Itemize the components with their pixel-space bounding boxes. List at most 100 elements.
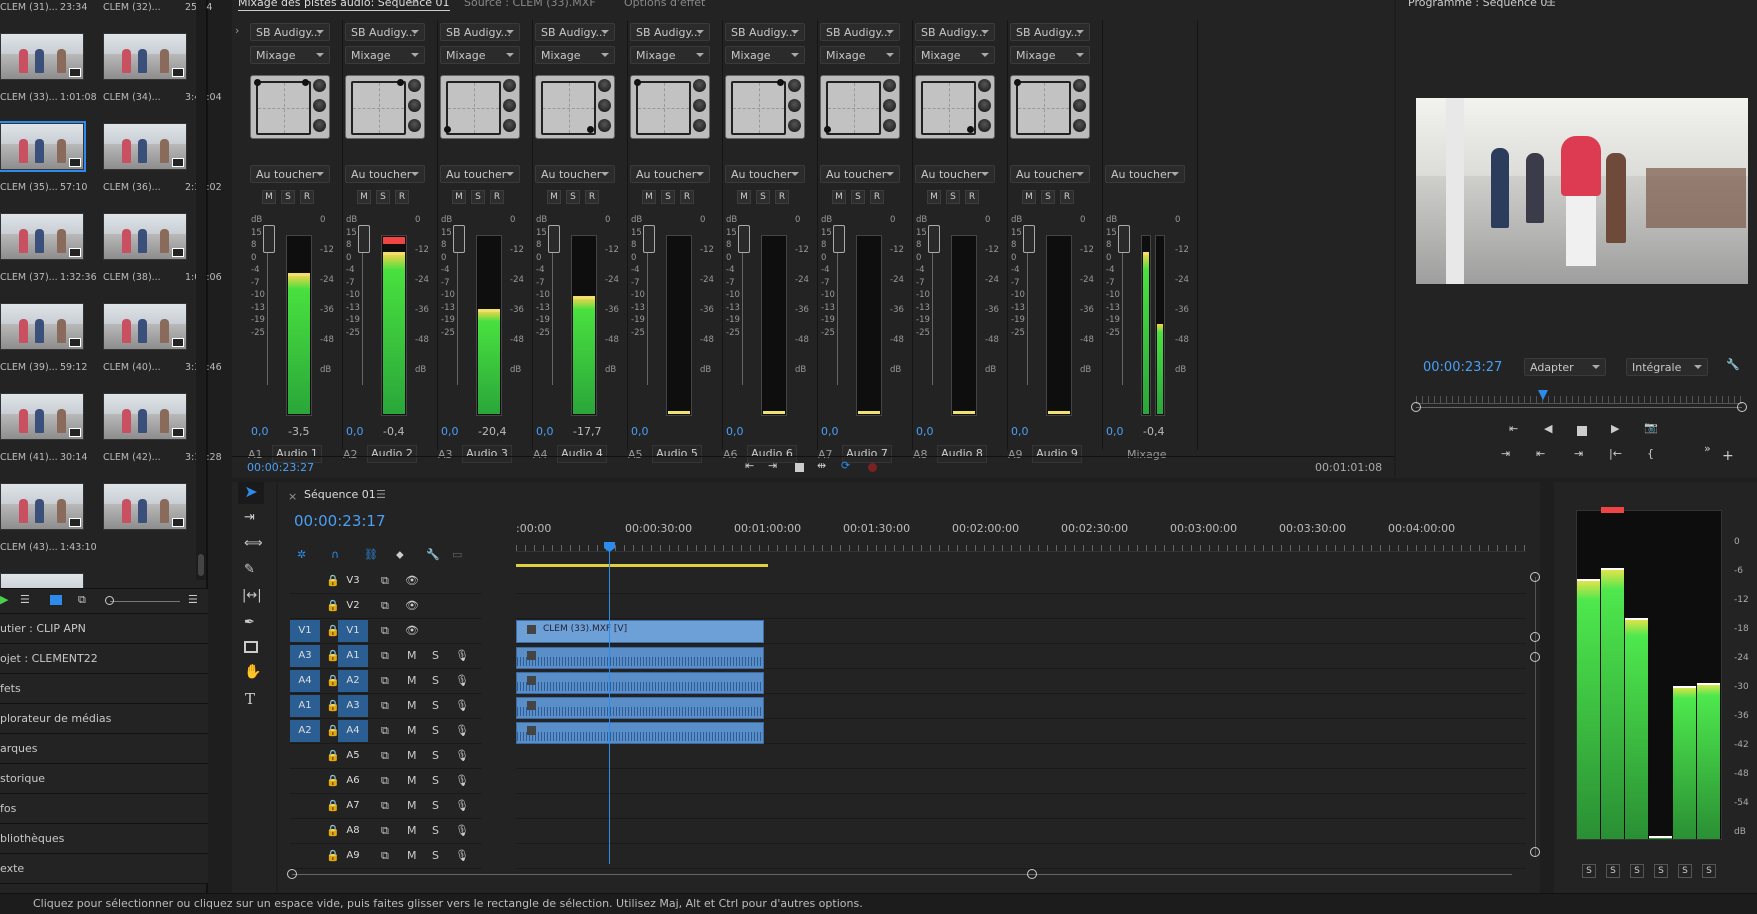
clip-name[interactable]: CLEM (32)... bbox=[103, 2, 161, 13]
solo-button[interactable]: S bbox=[1606, 864, 1620, 878]
horizontal-zoom-scroll[interactable] bbox=[287, 869, 1512, 879]
pan-knob-icon[interactable] bbox=[313, 119, 326, 132]
surround-panner[interactable] bbox=[1010, 75, 1090, 139]
mute-button[interactable]: M bbox=[407, 649, 417, 662]
pan-knob-icon[interactable] bbox=[1073, 119, 1086, 132]
clip-thumbnail[interactable] bbox=[103, 33, 187, 80]
output-dropdown[interactable]: SB Audigy... bbox=[345, 23, 425, 41]
solo-button[interactable]: S bbox=[1654, 864, 1668, 878]
export-frame-icon[interactable]: 📷 bbox=[1644, 421, 1658, 434]
panel-item[interactable]: storique bbox=[0, 764, 208, 794]
sync-lock-icon[interactable]: ⧉ bbox=[381, 749, 389, 763]
sync-lock-icon[interactable]: ⧉ bbox=[381, 699, 389, 713]
volume-fader[interactable] bbox=[738, 225, 750, 253]
automation-dropdown[interactable]: Au toucher bbox=[915, 165, 995, 183]
track-lane[interactable] bbox=[516, 770, 1526, 794]
pan-knob-icon[interactable] bbox=[1073, 79, 1086, 92]
track-target[interactable]: V2 bbox=[338, 595, 368, 617]
record-arm-button[interactable]: R bbox=[965, 190, 979, 204]
pan-knob-icon[interactable] bbox=[788, 119, 801, 132]
track-lane[interactable] bbox=[516, 745, 1526, 769]
clip-thumbnail[interactable] bbox=[103, 483, 187, 530]
panel-item[interactable]: plorateur de médias bbox=[0, 704, 208, 734]
clip-thumbnail[interactable] bbox=[103, 393, 187, 440]
pan-knob-icon[interactable] bbox=[313, 99, 326, 112]
solo-button[interactable]: S bbox=[471, 190, 485, 204]
sync-lock-icon[interactable]: ⧉ bbox=[381, 674, 389, 688]
sync-lock-icon[interactable]: ⧉ bbox=[381, 849, 389, 863]
surround-panner[interactable] bbox=[725, 75, 805, 139]
output-dropdown[interactable]: SB Audigy... bbox=[630, 23, 710, 41]
clip-name[interactable]: CLEM (41)... bbox=[0, 452, 58, 463]
pan-value[interactable]: 0,0 bbox=[251, 425, 269, 438]
list-view-icon[interactable]: ☰ bbox=[20, 593, 30, 606]
pan-value[interactable]: 0,0 bbox=[346, 425, 364, 438]
level-value[interactable]: -3,5 bbox=[288, 425, 309, 438]
audio-clip[interactable] bbox=[516, 697, 764, 719]
clip-name[interactable]: CLEM (39)... bbox=[0, 362, 58, 373]
source-patch[interactable]: A2 bbox=[290, 720, 320, 742]
pan-knob-icon[interactable] bbox=[598, 99, 611, 112]
solo-button[interactable]: S bbox=[566, 190, 580, 204]
clip-name[interactable]: CLEM (42)... bbox=[103, 452, 161, 463]
pan-value[interactable]: 0,0 bbox=[536, 425, 554, 438]
mic-icon[interactable]: 🎙 bbox=[455, 649, 469, 662]
track-lane[interactable] bbox=[516, 795, 1526, 819]
volume-fader[interactable] bbox=[548, 225, 560, 253]
mark-out-icon[interactable]: { bbox=[1647, 447, 1654, 460]
video-clip[interactable]: CLEM (33).MXF [V] bbox=[516, 620, 764, 643]
solo-button[interactable]: S bbox=[432, 649, 439, 662]
bin-scrollbar[interactable] bbox=[196, 0, 206, 580]
level-value[interactable]: -0,4 bbox=[383, 425, 404, 438]
audio-clip[interactable] bbox=[516, 647, 764, 669]
output-dropdown[interactable]: SB Audigy... bbox=[725, 23, 805, 41]
mic-icon[interactable]: 🎙 bbox=[455, 674, 469, 687]
effect-options-tab[interactable]: Options d'effet bbox=[624, 0, 705, 11]
automation-dropdown[interactable]: Au toucher bbox=[630, 165, 710, 183]
source-tab[interactable]: Source : CLEM (33).MXF bbox=[464, 0, 596, 11]
mute-button[interactable]: M bbox=[407, 799, 417, 812]
more-controls-icon[interactable]: » bbox=[1704, 442, 1711, 455]
automation-dropdown[interactable]: Au toucher bbox=[440, 165, 520, 183]
solo-button[interactable]: S bbox=[432, 799, 439, 812]
level-value[interactable]: -0,4 bbox=[1143, 425, 1164, 438]
sync-lock-icon[interactable]: ⧉ bbox=[381, 724, 389, 738]
level-value[interactable]: -17,7 bbox=[573, 425, 601, 438]
sync-lock-icon[interactable]: ⧉ bbox=[381, 799, 389, 813]
bin-menu-icon[interactable]: ☰ bbox=[188, 593, 198, 606]
nest-icon[interactable]: ✲ bbox=[297, 548, 306, 561]
mute-button[interactable]: M bbox=[262, 190, 276, 204]
solo-button[interactable]: S bbox=[851, 190, 865, 204]
track-target[interactable]: A1 bbox=[338, 645, 368, 667]
source-patch[interactable]: A4 bbox=[290, 670, 320, 692]
mic-icon[interactable]: 🎙 bbox=[455, 824, 469, 837]
automation-dropdown[interactable]: Au toucher bbox=[345, 165, 425, 183]
new-item-icon[interactable]: ▶ bbox=[0, 593, 8, 606]
program-scrubber[interactable] bbox=[1416, 390, 1742, 404]
level-value[interactable]: -20,4 bbox=[478, 425, 506, 438]
sync-lock-icon[interactable]: ⧉ bbox=[381, 774, 389, 788]
pan-value[interactable]: 0,0 bbox=[821, 425, 839, 438]
pan-knob-icon[interactable] bbox=[693, 119, 706, 132]
record-arm-button[interactable]: R bbox=[1060, 190, 1074, 204]
goto-out-icon[interactable]: ⇥ bbox=[768, 459, 777, 472]
expand-arrow-icon[interactable]: › bbox=[235, 24, 239, 37]
solo-button[interactable]: S bbox=[1582, 864, 1596, 878]
clip-indicator[interactable] bbox=[383, 237, 405, 244]
selection-tool-icon[interactable]: ➤ bbox=[238, 482, 264, 504]
record-icon[interactable] bbox=[868, 463, 877, 472]
fit-dropdown[interactable]: Adapter bbox=[1524, 358, 1606, 376]
mute-button[interactable]: M bbox=[407, 699, 417, 712]
program-zoom-bar[interactable] bbox=[1411, 402, 1747, 412]
slip-icon[interactable]: |↔| bbox=[242, 588, 262, 603]
clip-thumbnail[interactable] bbox=[0, 303, 84, 350]
pan-value[interactable]: 0,0 bbox=[1106, 425, 1124, 438]
pan-knob-icon[interactable] bbox=[693, 99, 706, 112]
clip-thumbnail[interactable] bbox=[103, 123, 187, 170]
solo-button[interactable]: S bbox=[432, 749, 439, 762]
track-target[interactable]: A6 bbox=[338, 770, 368, 792]
mute-button[interactable]: M bbox=[357, 190, 371, 204]
mic-icon[interactable]: 🎙 bbox=[455, 749, 469, 762]
program-video-frame[interactable] bbox=[1416, 98, 1748, 284]
output-dropdown[interactable]: SB Audigy... bbox=[1010, 23, 1090, 41]
